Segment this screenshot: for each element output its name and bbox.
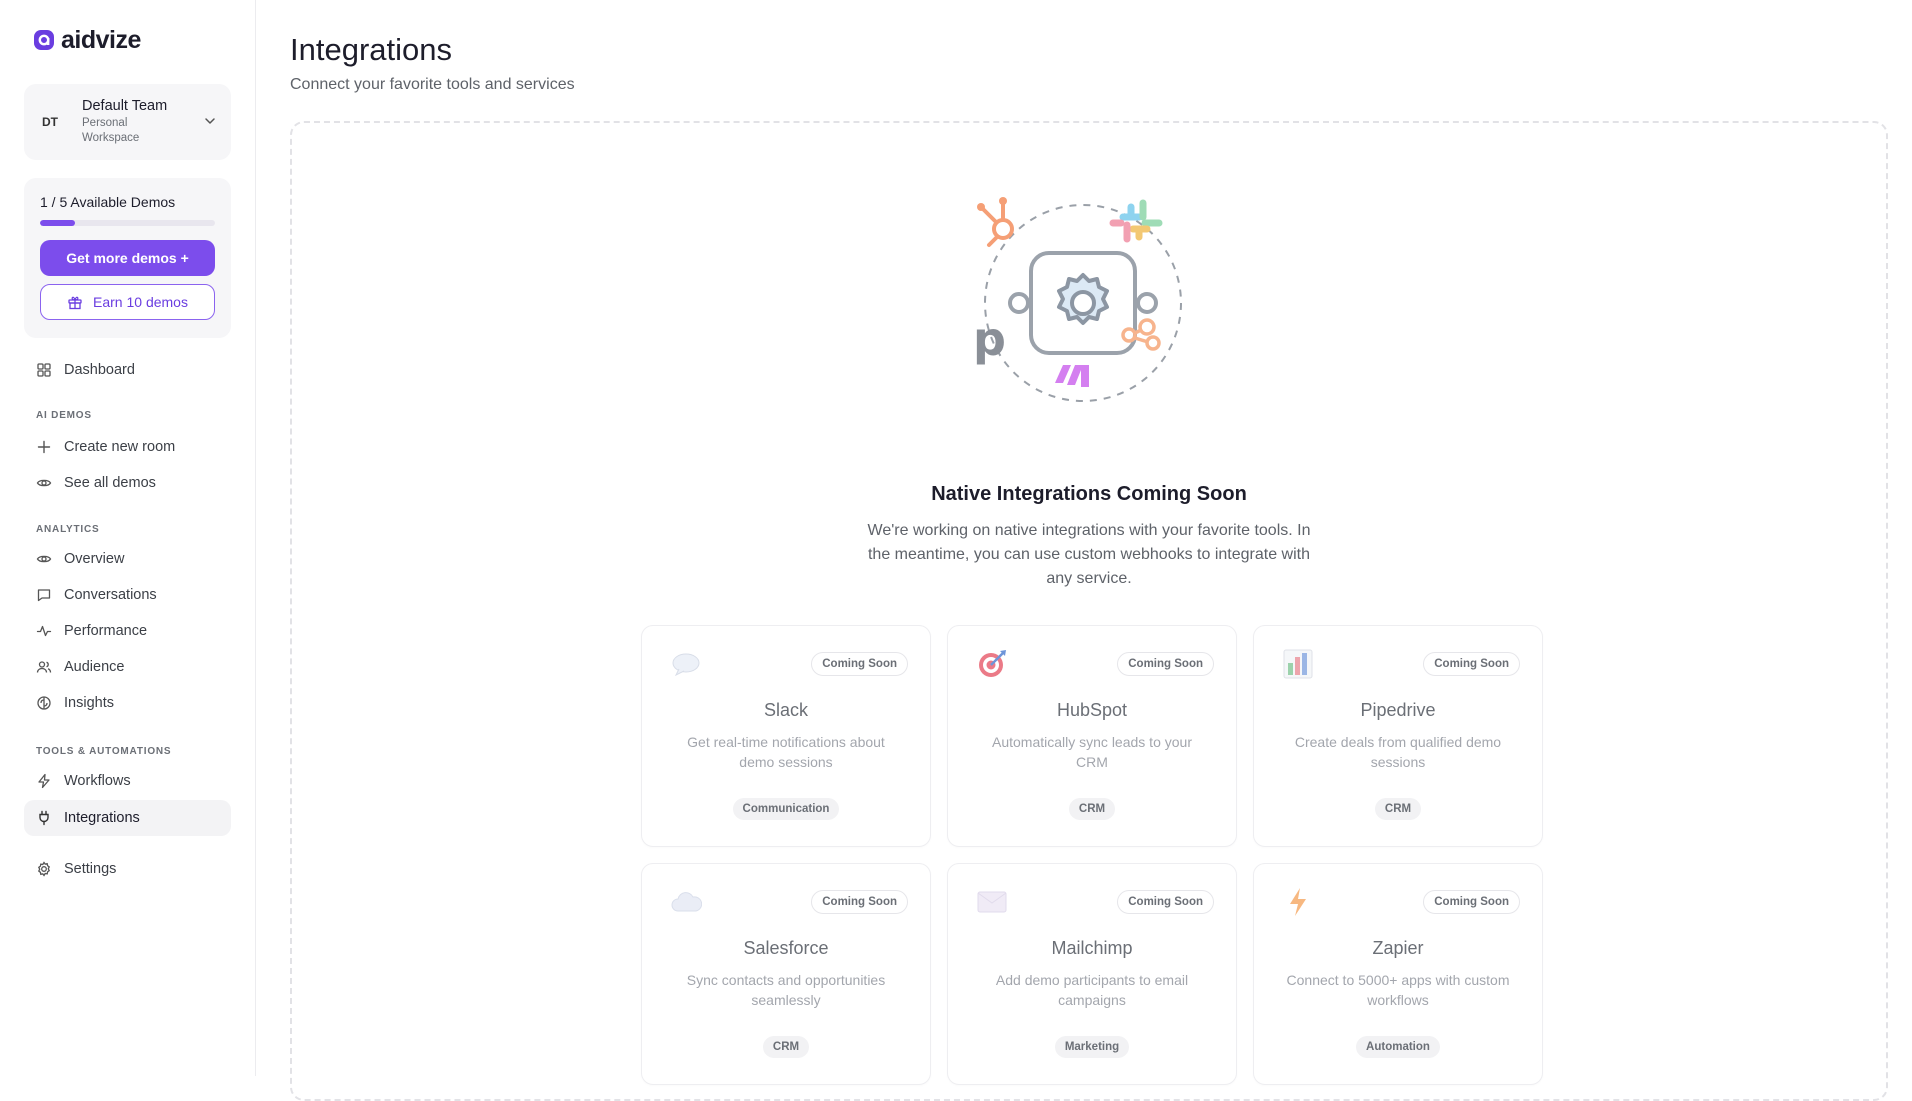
plug-icon xyxy=(39,810,49,826)
category-tag: CRM xyxy=(1068,798,1116,820)
speech-bubble-icon xyxy=(670,648,702,680)
demo-progress-fill xyxy=(40,220,75,226)
nav-section-analytics: ANALYTICS xyxy=(36,524,100,535)
sidebar-item-label: Insights xyxy=(64,695,114,711)
sidebar-item-audience[interactable]: Audience xyxy=(24,652,231,682)
sidebar-item-label: Audience xyxy=(64,659,125,675)
gift-icon xyxy=(68,296,82,310)
category-tag: Communication xyxy=(732,798,840,820)
sidebar-item-label: Workflows xyxy=(64,773,131,789)
brand-name: aidvize xyxy=(61,25,141,54)
integration-name: HubSpot xyxy=(1056,700,1128,720)
brain-icon xyxy=(37,696,51,710)
logo-icon xyxy=(34,30,54,50)
integration-description: Create deals from qualified demo session… xyxy=(1294,734,1502,770)
team-switcher[interactable]: DT Default Team Personal Workspace xyxy=(24,84,231,160)
chevron-down-icon xyxy=(205,118,215,124)
eye-icon xyxy=(36,555,52,563)
demo-count: 1 / 5 Available Demos xyxy=(40,194,176,210)
sidebar-item-integrations[interactable]: Integrations xyxy=(24,800,231,836)
nav-section-ai-demos: AI DEMOS xyxy=(36,410,92,421)
integration-name: Slack xyxy=(763,700,808,720)
sidebar-item-insights[interactable]: Insights xyxy=(24,688,231,718)
status-badge: Coming Soon xyxy=(1423,890,1520,914)
sidebar-item-overview[interactable]: Overview xyxy=(24,544,231,574)
integration-name: Zapier xyxy=(1372,938,1424,958)
integration-description: Get real-time notifications about demo s… xyxy=(687,734,885,770)
integration-name: Salesforce xyxy=(743,938,829,958)
category-tag: Marketing xyxy=(1054,1036,1130,1058)
cloud-icon xyxy=(670,886,702,918)
bolt-icon xyxy=(38,773,50,789)
users-icon xyxy=(36,661,52,673)
target-icon xyxy=(976,648,1008,680)
integration-card-mailchimp[interactable]: Coming Soon Mailchimp Add demo participa… xyxy=(947,863,1237,1085)
page-title: Integrations xyxy=(290,32,452,67)
integration-card-salesforce[interactable]: Coming Soon Salesforce Sync contacts and… xyxy=(641,863,931,1085)
demo-credits-card: 1 / 5 Available Demos Get more demos + E… xyxy=(24,178,231,338)
sidebar-item-label: Settings xyxy=(64,861,117,877)
sidebar-item-see-all-demos[interactable]: See all demos xyxy=(24,468,231,498)
sidebar-nav: Dashboard AI DEMOS Create new room See a… xyxy=(24,352,231,884)
empty-state-title: Native Integrations Coming Soon xyxy=(931,483,1247,505)
status-badge: Coming Soon xyxy=(1423,652,1520,676)
get-more-demos-button[interactable]: Get more demos + xyxy=(40,240,215,276)
lightning-icon xyxy=(1282,886,1314,918)
sidebar-item-label: Overview xyxy=(64,551,125,567)
integrations-panel: p Native Integrations Coming Soon We're … xyxy=(290,121,1888,1101)
gear-icon xyxy=(37,861,51,877)
sidebar-item-conversations[interactable]: Conversations xyxy=(24,580,231,610)
sidebar-item-performance[interactable]: Performance xyxy=(24,616,231,646)
sidebar-item-label: Integrations xyxy=(64,810,140,826)
integration-description: Add demo participants to email campaigns xyxy=(995,972,1189,1008)
category-tag: CRM xyxy=(1374,798,1422,820)
main-content: Integrations Connect your favorite tools… xyxy=(290,0,1912,1101)
brand-logo[interactable]: aidvize xyxy=(33,25,231,54)
earn-demos-button[interactable]: Earn 10 demos xyxy=(40,284,215,320)
category-tag: Automation xyxy=(1356,1036,1440,1058)
integration-card-slack[interactable]: Coming Soon Slack Get real-time notifica… xyxy=(641,625,931,847)
integrations-hero-illustration: p xyxy=(973,197,1182,402)
team-avatar: DT xyxy=(42,115,58,129)
integration-description: Sync contacts and opportunities seamless… xyxy=(686,972,886,1008)
team-name: Default Team xyxy=(82,98,168,114)
plus-icon xyxy=(37,440,51,454)
integration-name: Mailchimp xyxy=(1051,938,1133,958)
status-badge: Coming Soon xyxy=(1117,890,1214,914)
sidebar-item-settings[interactable]: Settings xyxy=(24,854,231,884)
sidebar-item-workflows[interactable]: Workflows xyxy=(24,766,231,796)
svg-text:p: p xyxy=(973,312,1006,366)
sidebar-item-label: Create new room xyxy=(64,439,176,455)
status-badge: Coming Soon xyxy=(1117,652,1214,676)
sidebar-item-label: See all demos xyxy=(64,475,156,491)
earn-demos-label: Earn 10 demos xyxy=(93,294,188,310)
sidebar-item-label: Performance xyxy=(64,623,148,639)
sidebar-item-dashboard[interactable]: Dashboard xyxy=(24,352,231,388)
integration-card-zapier[interactable]: Coming Soon Zapier Connect to 5000+ apps… xyxy=(1253,863,1543,1085)
sidebar-item-create-new-room[interactable]: Create new room xyxy=(24,432,231,462)
sidebar-item-label: Dashboard xyxy=(64,362,135,378)
integration-description: Connect to 5000+ apps with custom workfl… xyxy=(1286,972,1510,1008)
grid-icon xyxy=(37,363,51,377)
sidebar: aidvize DT Default Team Personal Workspa… xyxy=(0,0,256,1076)
activity-icon xyxy=(36,625,52,637)
integration-card-pipedrive[interactable]: Coming Soon Pipedrive Create deals from … xyxy=(1253,625,1543,847)
eye-icon xyxy=(36,479,52,487)
empty-state-description: We're working on native integrations wit… xyxy=(867,522,1311,587)
page-subtitle: Connect your favorite tools and services xyxy=(290,76,575,93)
envelope-icon xyxy=(976,886,1008,918)
category-tag: CRM xyxy=(762,1036,810,1058)
chat-icon xyxy=(37,589,51,602)
status-badge: Coming Soon xyxy=(811,890,908,914)
integration-name: Pipedrive xyxy=(1360,700,1436,720)
status-badge: Coming Soon xyxy=(811,652,908,676)
team-subtitle: Personal Workspace xyxy=(82,117,140,144)
integration-card-hubspot[interactable]: Coming Soon HubSpot Automatically sync l… xyxy=(947,625,1237,847)
demo-progress-bar xyxy=(40,220,215,226)
nav-section-tools: TOOLS & AUTOMATIONS xyxy=(36,746,172,757)
sidebar-item-label: Conversations xyxy=(64,587,157,603)
bar-chart-icon xyxy=(1282,648,1314,680)
integration-description: Automatically sync leads to your CRM xyxy=(992,734,1192,770)
integrations-grid: Coming Soon Slack Get real-time notifica… xyxy=(641,625,1543,1085)
